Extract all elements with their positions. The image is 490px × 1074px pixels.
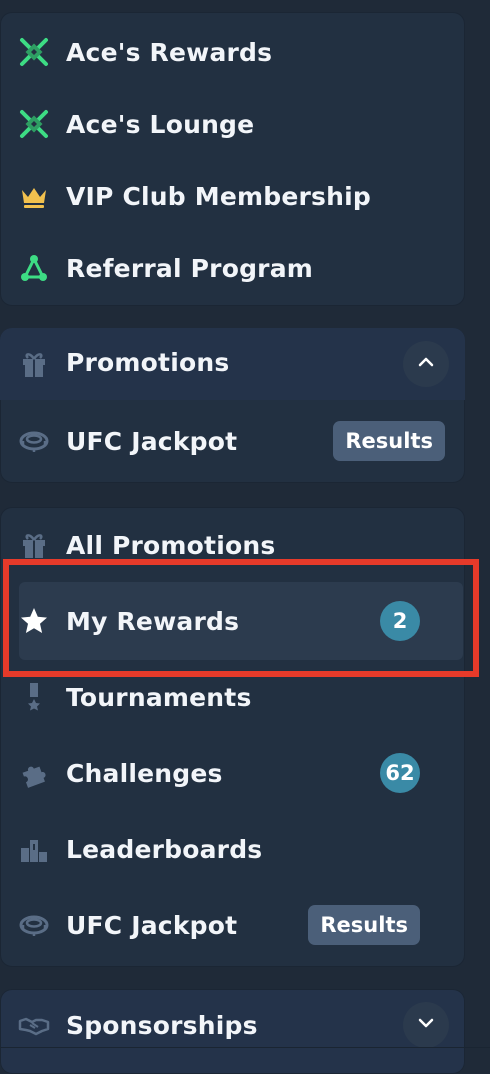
section-title: Promotions: [66, 348, 230, 377]
ace-shield-icon: [18, 36, 50, 68]
menu-item-label: VIP Club Membership: [66, 181, 371, 211]
gift-icon: [18, 348, 50, 380]
count-badge: 2: [380, 601, 420, 641]
results-button[interactable]: Results: [308, 905, 420, 945]
top-menu-card: Ace's Rewards Ace's Lounge VIP Club Memb…: [0, 12, 465, 306]
menu-item-label: Ace's Rewards: [66, 37, 273, 67]
promotions-card: Promotions UFC Jackpot Results: [0, 328, 465, 483]
promotions-header[interactable]: Promotions: [0, 328, 465, 400]
menu-item-label: All Promotions: [66, 530, 276, 560]
menu-item-label: Challenges: [66, 758, 223, 788]
handshake-icon: [18, 1009, 50, 1041]
results-button[interactable]: Results: [333, 421, 445, 461]
menu-item-tournaments[interactable]: Tournaments: [0, 665, 465, 729]
chevron-down-icon: [417, 1014, 435, 1036]
count-badge: 62: [380, 753, 420, 793]
chevron-up-icon: [417, 353, 435, 375]
expand-button[interactable]: [403, 1002, 449, 1048]
menu-item-label: Leaderboards: [66, 834, 263, 864]
sponsorships-card: Sponsorships: [0, 989, 465, 1074]
menu-item-leaderboards[interactable]: Leaderboards: [0, 817, 465, 881]
medal-icon: [18, 681, 50, 713]
referral-network-icon: [18, 252, 50, 284]
menu-item-aces-rewards[interactable]: Ace's Rewards: [0, 20, 465, 84]
menu-item-referral-program[interactable]: Referral Program: [0, 236, 465, 300]
octagon-icon: [18, 909, 50, 941]
collapse-button[interactable]: [403, 341, 449, 387]
menu-item-label: Tournaments: [66, 682, 252, 712]
section-title: Sponsorships: [66, 1010, 258, 1040]
bottom-divider: [0, 1047, 490, 1048]
menu-item-label: Referral Program: [66, 253, 314, 283]
menu-item-label: My Rewards: [66, 606, 240, 636]
menu-item-label: UFC Jackpot: [66, 426, 238, 456]
crown-icon: [18, 180, 50, 212]
menu-item-aces-lounge[interactable]: Ace's Lounge: [0, 92, 465, 156]
podium-icon: [18, 833, 50, 865]
menu-item-my-rewards[interactable]: My Rewards 2: [0, 589, 465, 653]
menu-item-challenges[interactable]: Challenges 62: [0, 741, 465, 805]
menu-item-ufc-jackpot[interactable]: UFC Jackpot Results: [0, 409, 465, 473]
ace-shield-icon: [18, 108, 50, 140]
menu-item-all-promotions[interactable]: All Promotions: [0, 513, 465, 577]
octagon-icon: [18, 425, 50, 457]
star-icon: [18, 605, 50, 637]
menu-item-ufc-jackpot[interactable]: UFC Jackpot Results: [0, 893, 465, 957]
menu-item-vip-club[interactable]: VIP Club Membership: [0, 164, 465, 228]
menu-item-label: Ace's Lounge: [66, 109, 255, 139]
gift-icon: [18, 529, 50, 561]
puzzle-icon: [18, 757, 50, 789]
menu-item-label: UFC Jackpot: [66, 910, 238, 940]
